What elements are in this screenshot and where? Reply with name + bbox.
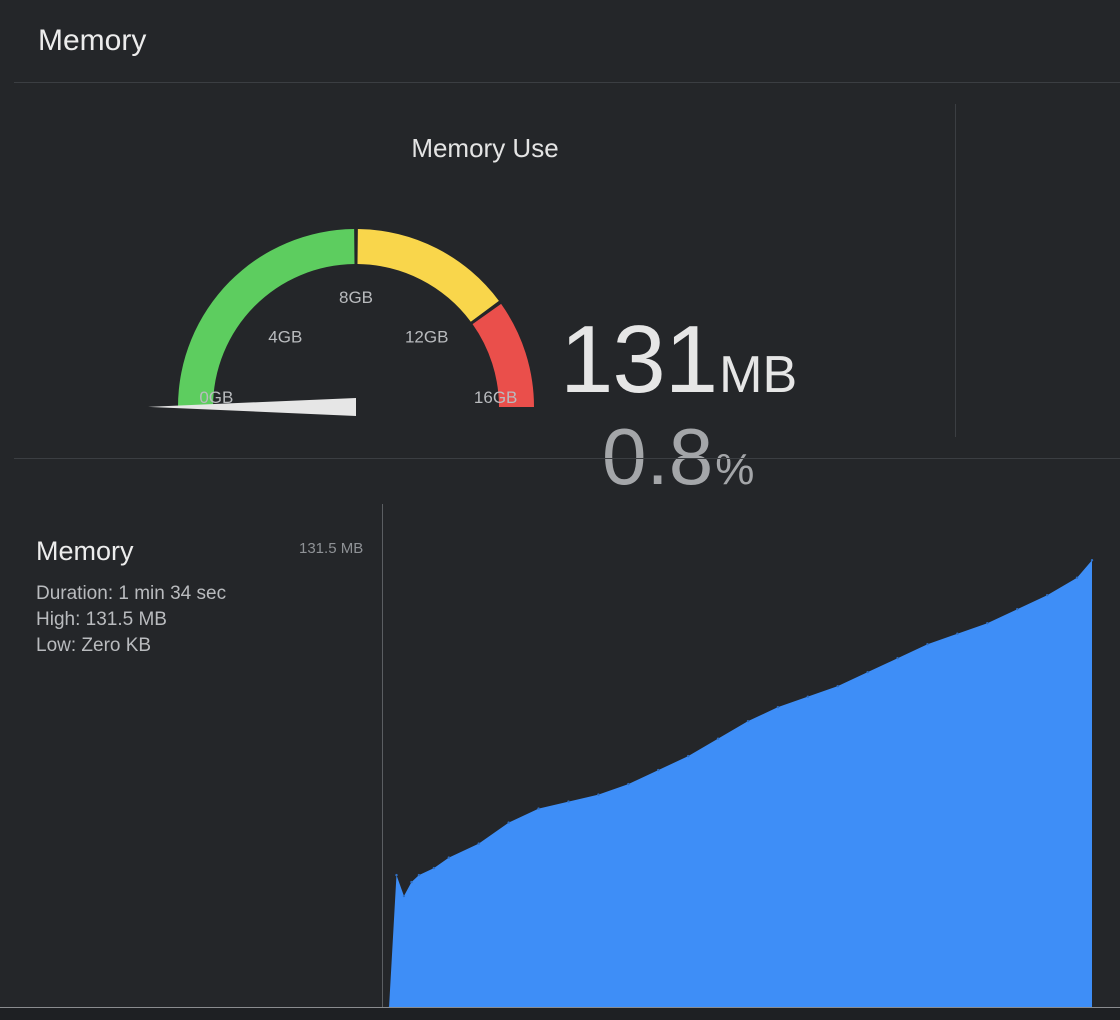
memory-point	[866, 670, 869, 674]
memory-area	[389, 560, 1092, 1008]
memory-point	[477, 842, 480, 845]
memory-point	[432, 866, 436, 870]
memory-point	[537, 807, 540, 810]
memory-point	[567, 800, 570, 803]
memory-point	[447, 856, 451, 859]
memory-point	[627, 782, 630, 786]
memory-stats: Memory Duration: 1 min 34 sec High: 131.…	[36, 536, 226, 659]
memory-point	[402, 894, 406, 898]
memory-point	[597, 793, 600, 796]
divider	[14, 458, 1120, 459]
memory-point	[926, 642, 929, 646]
stats-title: Memory	[36, 536, 134, 566]
memory-use-panel: Memory Use 0GB 4GB 8GB 12GB 16GB 131MB 0.8%	[14, 83, 956, 501]
low-text: Low: Zero KB	[36, 635, 152, 656]
percent-unit: %	[715, 445, 755, 494]
memory-point	[896, 656, 899, 660]
gauge-label-8gb: 8GB	[339, 288, 373, 307]
header: Memory	[0, 0, 1120, 82]
gauge-label-4gb: 4GB	[268, 327, 302, 346]
memory-point	[686, 754, 690, 758]
memory-point	[716, 737, 720, 740]
memory-usage-chart[interactable]	[383, 504, 1095, 1008]
memory-value-readout: 131MB	[560, 305, 797, 415]
memory-point	[806, 695, 810, 698]
memory-point	[657, 768, 660, 772]
memory-point	[776, 705, 780, 709]
gauge-label-12gb: 12GB	[405, 327, 448, 346]
gauge-label-16gb: 16GB	[474, 388, 517, 407]
memory-point	[1016, 608, 1019, 611]
memory-point	[746, 719, 750, 723]
memory-percent: 0.8	[602, 412, 714, 501]
memory-point	[507, 821, 510, 824]
memory-point	[417, 873, 421, 877]
memory-point	[1090, 559, 1094, 562]
duration-text: Duration: 1 min 34 sec	[36, 583, 227, 604]
gauge-band-yellow	[357, 229, 499, 322]
vertical-divider	[955, 104, 956, 437]
memory-percent-readout: 0.8%	[602, 411, 754, 503]
chart-max-label: 131.5 MB	[299, 540, 364, 557]
memory-point	[986, 622, 989, 625]
memory-report: Memory Memory Use 0GB 4GB 8GB 12GB 16GB 131M…	[0, 0, 1120, 1020]
footer-bar	[0, 1007, 1120, 1020]
high-text: High: 131.5 MB	[36, 609, 167, 630]
memory-gauge: 0GB4GB8GB12GB16GB	[148, 229, 534, 416]
page-title: Memory	[38, 24, 147, 57]
memory-point	[956, 632, 959, 635]
memory-value: 131	[560, 306, 718, 413]
gauge-band-green	[178, 229, 355, 407]
memory-point	[395, 873, 398, 877]
memory-point	[410, 880, 413, 884]
memory-point	[1075, 576, 1079, 579]
memory-point	[836, 684, 839, 688]
memory-point	[1045, 594, 1049, 597]
memory-unit: MB	[719, 346, 798, 404]
